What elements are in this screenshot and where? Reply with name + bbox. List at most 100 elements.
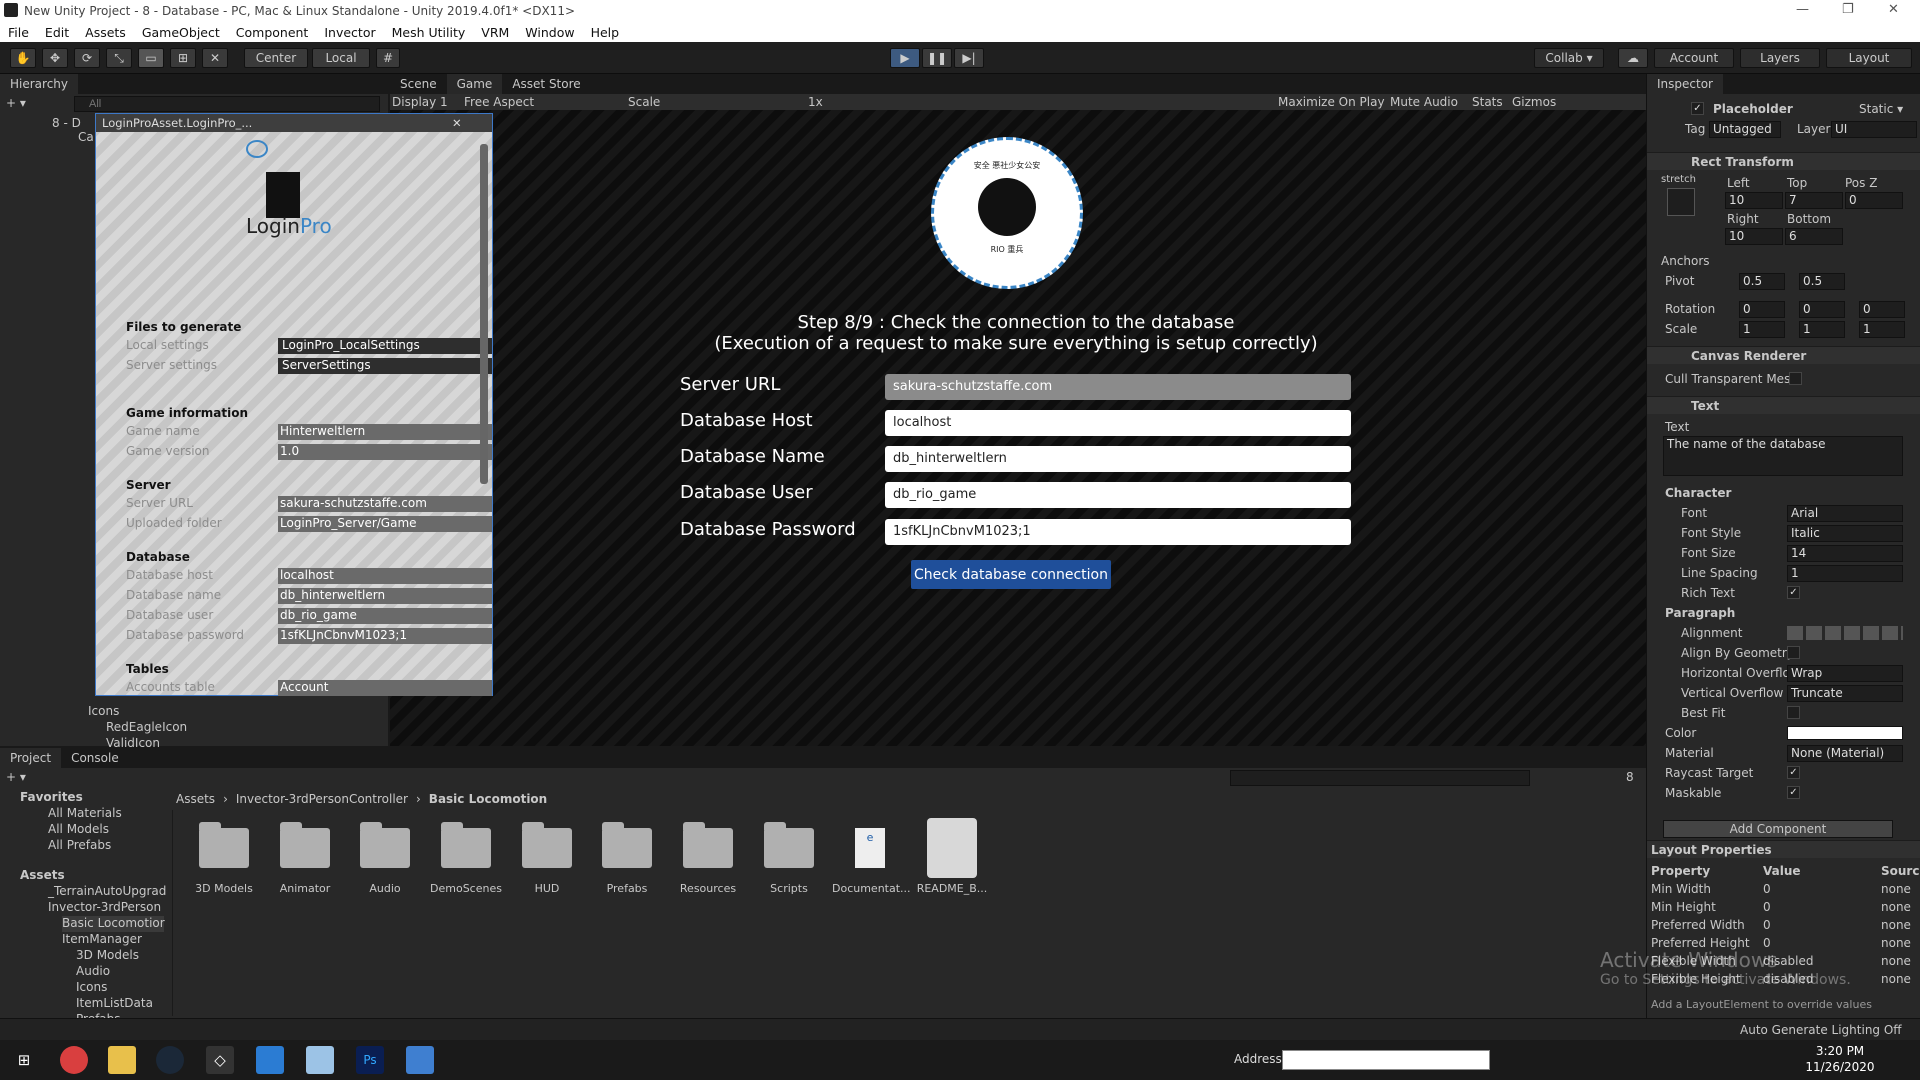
uploaded-folder-field[interactable]: LoginPro_Server/Game — [278, 516, 492, 532]
bottom-field[interactable]: 6 — [1785, 228, 1843, 245]
database-name-field[interactable]: db_hinterweltlern — [885, 446, 1351, 472]
favorite-all-models[interactable]: All Models — [48, 822, 109, 838]
server-url-field[interactable]: sakura-schutzstaffe.com — [885, 374, 1351, 400]
asset-folder-prefabs[interactable]: Prefabs — [589, 822, 665, 895]
menu-assets[interactable]: Assets — [85, 25, 126, 40]
anchors-foldout[interactable]: Anchors — [1661, 254, 1710, 268]
db-password-field[interactable]: 1sfKLJnCbnvM1023;1 — [278, 628, 492, 644]
mute-audio-toggle[interactable]: Mute Audio — [1390, 95, 1472, 109]
scale-y-field[interactable]: 1 — [1799, 321, 1845, 338]
align-by-geometry-checkbox[interactable] — [1787, 646, 1800, 659]
best-fit-checkbox[interactable] — [1787, 706, 1800, 719]
right-field[interactable]: 10 — [1725, 228, 1783, 245]
menu-gameobject[interactable]: GameObject — [142, 25, 220, 40]
chrome-icon[interactable] — [60, 1046, 88, 1074]
menu-help[interactable]: Help — [591, 25, 620, 40]
font-size-field[interactable]: 14 — [1787, 545, 1903, 562]
tab-asset-store[interactable]: Asset Store — [502, 74, 590, 94]
layout-properties-header[interactable]: Layout Properties — [1647, 840, 1920, 858]
database-password-field[interactable]: 1sfKLJnCbnvM1023;1 — [885, 519, 1351, 545]
tree-invector[interactable]: Invector-3rdPerson — [48, 900, 161, 916]
layout-dropdown[interactable]: Layout — [1826, 48, 1912, 68]
folder-app-icon[interactable] — [406, 1046, 434, 1074]
assets-root[interactable]: Assets — [20, 868, 65, 884]
font-field[interactable]: Arial — [1787, 505, 1903, 522]
tab-game[interactable]: Game — [446, 74, 503, 94]
scale-tool-icon[interactable]: ⤡ — [106, 48, 132, 68]
menu-invector[interactable]: Invector — [324, 25, 375, 40]
aspect-dropdown[interactable]: Free Aspect — [464, 95, 624, 109]
rect-tool-icon[interactable]: ▭ — [138, 48, 164, 68]
add-component-button[interactable]: Add Component — [1663, 820, 1893, 838]
rotate-tool-icon[interactable]: ⟳ — [74, 48, 100, 68]
menu-mesh-utility[interactable]: Mesh Utility — [392, 25, 466, 40]
asset-folder-3d-models[interactable]: 3D Models — [186, 822, 262, 895]
maximize-on-play-toggle[interactable]: Maximize On Play — [1278, 95, 1390, 109]
asset-folder-hud[interactable]: HUD — [509, 822, 585, 895]
color-swatch[interactable] — [1787, 726, 1903, 740]
account-dropdown[interactable]: Account — [1654, 48, 1734, 68]
hidden-packages-count[interactable]: 8 — [1626, 770, 1634, 784]
favorites-header[interactable]: Favorites — [20, 790, 83, 806]
tab-console[interactable]: Console — [61, 748, 129, 768]
hierarchy-scene-root[interactable]: 8 - D — [52, 116, 81, 130]
database-host-field[interactable]: localhost — [885, 410, 1351, 436]
scale-z-field[interactable]: 1 — [1859, 321, 1905, 338]
left-field[interactable]: 10 — [1725, 192, 1783, 209]
server-settings-field[interactable]: ServerSettings — [278, 358, 492, 374]
maskable-checkbox[interactable]: ✓ — [1787, 786, 1800, 799]
breadcrumb-basic-locomotion[interactable]: Basic Locomotion — [429, 792, 547, 806]
pivot-local-button[interactable]: Local — [312, 48, 370, 68]
tab-scene[interactable]: Scene — [390, 74, 447, 94]
game-name-field[interactable]: Hinterweltlern — [278, 424, 492, 440]
font-style-dropdown[interactable]: Italic — [1787, 525, 1903, 542]
restore-icon[interactable]: ❐ — [1842, 2, 1854, 17]
tree-icons[interactable]: Icons — [76, 980, 107, 996]
menu-edit[interactable]: Edit — [45, 25, 69, 40]
address-input[interactable] — [1282, 1050, 1490, 1070]
vertical-overflow-dropdown[interactable]: Truncate — [1787, 685, 1903, 702]
line-spacing-field[interactable]: 1 — [1787, 565, 1903, 582]
asset-folder-audio[interactable]: Audio — [347, 822, 423, 895]
windows-start-icon[interactable]: ⊞ — [10, 1046, 38, 1074]
asset-folder-animator[interactable]: Animator — [267, 822, 343, 895]
pivot-x-field[interactable]: 0.5 — [1739, 273, 1785, 290]
static-dropdown[interactable]: Static ▾ — [1859, 102, 1903, 116]
asset-folder-resources[interactable]: Resources — [670, 822, 746, 895]
scale-x-field[interactable]: 1 — [1739, 321, 1785, 338]
accounts-table-field[interactable]: Account — [278, 680, 492, 696]
db-host-field[interactable]: localhost — [278, 568, 492, 584]
vscode-icon[interactable] — [256, 1046, 284, 1074]
asset-documentation-pdf[interactable]: e Documentat... — [832, 828, 911, 895]
breadcrumb-assets[interactable]: Assets — [176, 792, 215, 806]
tab-inspector[interactable]: Inspector — [1647, 74, 1723, 94]
raycast-target-checkbox[interactable]: ✓ — [1787, 766, 1800, 779]
asset-folder-scripts[interactable]: Scripts — [751, 822, 827, 895]
cull-transparent-checkbox[interactable] — [1789, 372, 1802, 385]
layer-dropdown[interactable]: UI — [1831, 121, 1917, 138]
tab-hierarchy[interactable]: Hierarchy — [0, 74, 79, 94]
text-component-header[interactable]: Text — [1647, 396, 1920, 414]
loginpro-close-icon[interactable]: ✕ — [452, 116, 462, 130]
tab-project[interactable]: Project — [0, 748, 62, 768]
db-name-field[interactable]: db_hinterweltlern — [278, 588, 492, 604]
unity-taskbar-icon[interactable]: ◇ — [206, 1046, 234, 1074]
tree-item-list-data[interactable]: ItemListData — [76, 996, 153, 1012]
horizontal-overflow-dropdown[interactable]: Wrap — [1787, 665, 1903, 682]
project-add-button[interactable]: + ▾ — [6, 770, 26, 784]
gizmos-dropdown[interactable]: Gizmos — [1512, 95, 1556, 109]
menu-window[interactable]: Window — [525, 25, 574, 40]
project-search-input[interactable] — [1230, 770, 1530, 786]
rotation-z-field[interactable]: 0 — [1859, 301, 1905, 318]
object-name-field[interactable]: Placeholder — [1713, 102, 1793, 116]
tree-item-manager[interactable]: ItemManager — [62, 932, 142, 948]
minimize-icon[interactable]: — — [1796, 2, 1809, 17]
asset-readme[interactable]: README_B... — [914, 818, 990, 895]
clock-date[interactable]: 11/26/2020 — [1800, 1060, 1880, 1074]
server-url-setting-field[interactable]: sakura-schutzstaffe.com — [278, 496, 492, 512]
favorite-all-prefabs[interactable]: All Prefabs — [48, 838, 111, 854]
breadcrumb-invector[interactable]: Invector-3rdPersonController — [236, 792, 408, 806]
hand-tool-icon[interactable]: ✋ — [10, 48, 36, 68]
steam-icon[interactable] — [156, 1046, 184, 1074]
rich-text-checkbox[interactable]: ✓ — [1787, 586, 1800, 599]
